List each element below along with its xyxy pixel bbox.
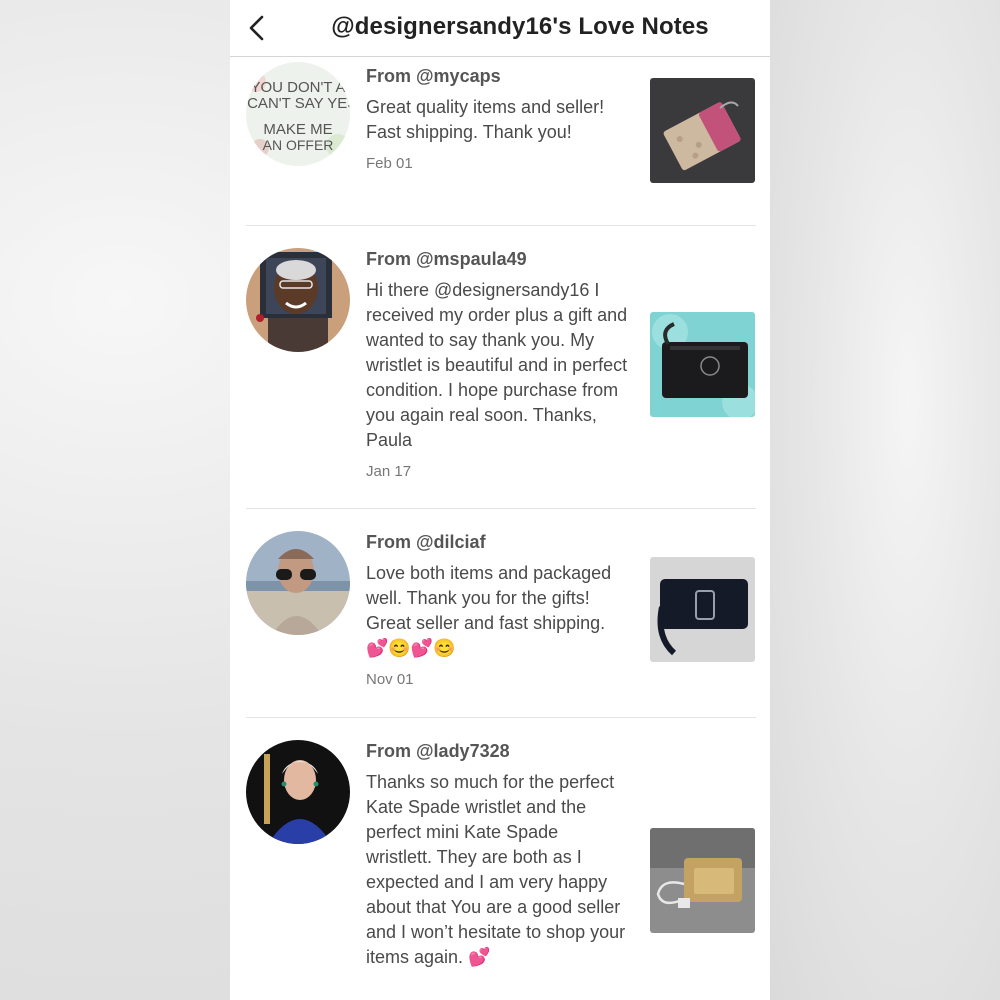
note-date: Jan 17 [366,463,412,480]
divider [246,225,756,226]
divider [246,717,756,718]
divider [246,508,756,509]
listing-thumbnail[interactable] [650,557,755,662]
note-message: Love both items and packaged well. Thank… [366,563,612,658]
header-bar: @designersandy16's Love Notes [230,0,770,57]
note-date: Nov 01 [366,671,414,688]
note-date: Feb 01 [366,155,413,172]
avatar[interactable] [246,740,350,844]
note-content: From @dilciaf Love both items and packag… [366,531,628,688]
note-sender[interactable]: From @dilciaf [366,531,628,553]
listing-thumbnail[interactable] [650,78,755,183]
note-content: From @mycaps Great quality items and sel… [366,65,628,172]
avatar[interactable] [246,531,350,635]
svg-text:I CAN'T SAY YES: I CAN'T SAY YES [246,95,350,112]
listing-thumbnail[interactable] [650,828,755,933]
background-blur-right [770,0,1000,1000]
note-message: Thanks so much for the perfect Kate Spad… [366,772,626,967]
avatar[interactable] [246,248,350,352]
note-sender[interactable]: From @lady7328 [366,740,628,762]
svg-text:AN OFFER: AN OFFER [263,137,334,153]
note-content: From @mspaula49 Hi there @designersandy1… [366,248,628,480]
love-notes-screen: @designersandy16's Love Notes YOU DON'T … [230,0,770,1000]
note-content: From @lady7328 Thanks so much for the pe… [366,740,628,970]
svg-text:MAKE ME: MAKE ME [263,121,332,138]
note-message: Hi there @designersandy16 I received my … [366,280,628,450]
note-message: Great quality items and seller! Fast shi… [366,97,605,142]
page-title: @designersandy16's Love Notes [331,13,709,40]
svg-text:YOU DON'T A: YOU DON'T A [250,79,345,96]
listing-thumbnail[interactable] [650,312,755,417]
avatar[interactable]: YOU DON'T A I CAN'T SAY YES MAKE ME AN O… [246,62,350,166]
note-sender[interactable]: From @mycaps [366,65,628,87]
note-sender[interactable]: From @mspaula49 [366,248,628,270]
